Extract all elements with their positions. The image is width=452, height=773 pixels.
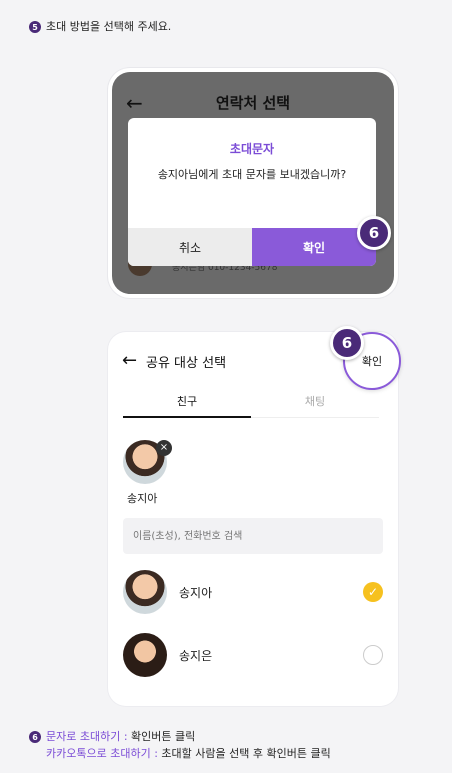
instruction-highlight: 문자로 초대하기 :	[46, 730, 132, 743]
page-title: 연락처 선택	[215, 94, 291, 112]
tab-bar: 친구 채팅	[123, 388, 383, 420]
instruction-highlight: 카카오톡으로 초대하기 :	[46, 747, 162, 760]
dialog-title: 초대문자	[229, 142, 275, 156]
back-arrow-icon[interactable]: ←	[122, 350, 137, 371]
phone-screen-share-target: ← 공유 대상 선택 확인 6 친구 채팅 × 송지아 송지아 ✓ 송지은	[108, 326, 401, 706]
step6-instructions: 6 문자로 초대하기 : 확인버튼 클릭 카카오톡으로 초대하기 : 초대할 사람…	[29, 728, 331, 762]
selected-contact-name: 송지아	[127, 492, 158, 505]
phone-screen-contact-select: ← 연락처 선택 송지은님 010-1234-5678 초대문자 송지아님에게 …	[108, 68, 398, 298]
avatar	[123, 633, 167, 677]
cancel-button[interactable]: 취소	[128, 228, 252, 266]
tab-chat[interactable]: 채팅	[251, 388, 379, 418]
step5-instruction: 5 초대 방법을 선택해 주세요.	[29, 18, 171, 34]
step6-badge: 6	[330, 326, 364, 360]
remove-selection-icon[interactable]: ×	[156, 440, 172, 456]
page-title: 공유 대상 선택	[146, 356, 227, 371]
avatar	[123, 570, 167, 614]
list-item[interactable]: 송지은	[123, 633, 383, 679]
checked-checkbox-icon[interactable]: ✓	[363, 582, 383, 602]
contact-name: 송지은	[179, 649, 213, 663]
tab-friends[interactable]: 친구	[123, 388, 251, 418]
dialog-message: 송지아님에게 초대 문자를 보내겠습니까?	[157, 168, 347, 181]
contact-name: 송지아	[179, 586, 213, 600]
step-number-badge: 6	[29, 731, 41, 743]
instruction-text: 초대할 사람을 선택 후 확인버튼 클릭	[161, 747, 331, 760]
instruction-line-sms: 6 문자로 초대하기 : 확인버튼 클릭	[29, 728, 331, 745]
screen-header: ← 연락처 선택	[112, 92, 394, 116]
step6-badge: 6	[357, 216, 391, 250]
list-item[interactable]: 송지아 ✓	[123, 570, 383, 616]
step5-label: 초대 방법을 선택해 주세요.	[46, 20, 172, 33]
unchecked-checkbox-icon[interactable]	[363, 645, 383, 665]
instruction-line-kakao: 카카오톡으로 초대하기 : 초대할 사람을 선택 후 확인버튼 클릭	[29, 745, 331, 762]
step-number-badge: 5	[29, 21, 41, 33]
search-input[interactable]	[123, 518, 383, 554]
invite-sms-dialog: 초대문자 송지아님에게 초대 문자를 보내겠습니까? 취소 확인	[128, 118, 376, 266]
dimmed-screen: ← 연락처 선택 송지은님 010-1234-5678 초대문자 송지아님에게 …	[112, 72, 394, 294]
instruction-text: 확인버튼 클릭	[131, 730, 196, 743]
